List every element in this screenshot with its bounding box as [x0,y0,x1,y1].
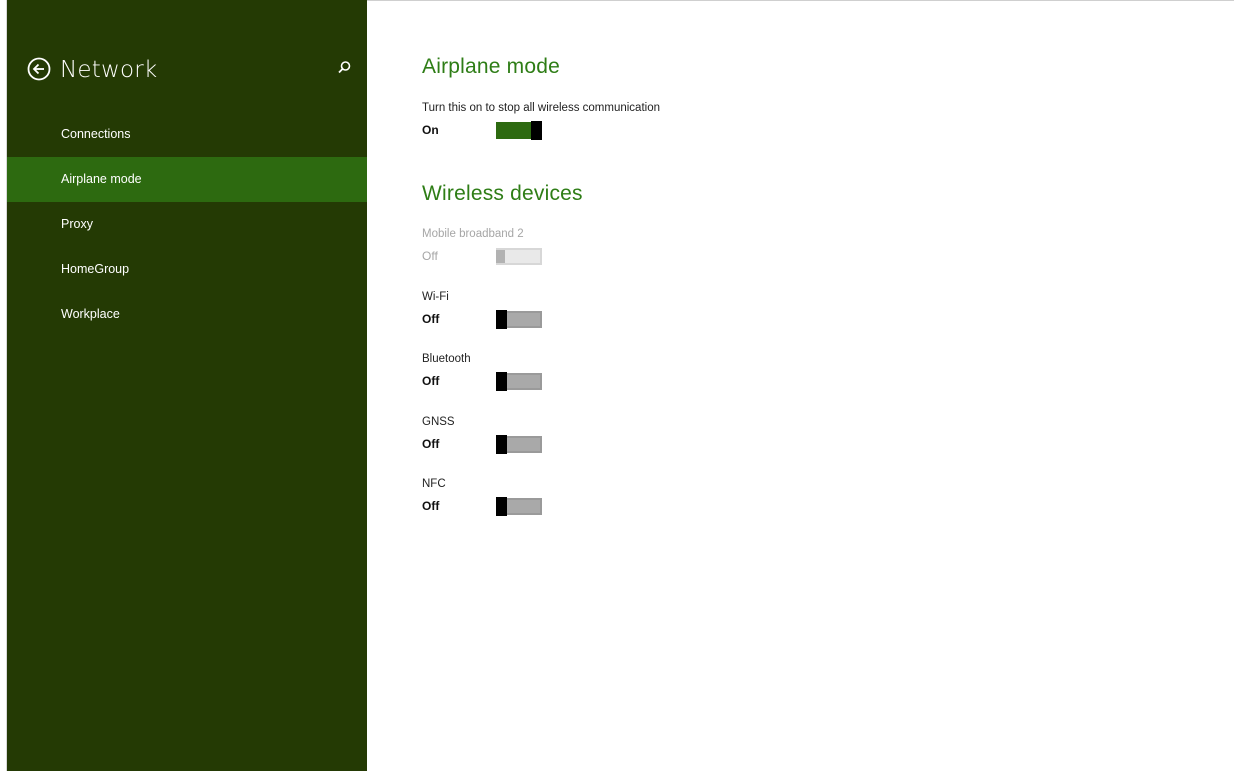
toggle-thumb [496,310,507,329]
airplane-mode-title: Airplane mode [422,55,561,78]
nfc-toggle[interactable] [496,497,542,516]
toggle-thumb [496,435,507,454]
gnss-state: Off [422,437,440,451]
back-arrow-circle-icon [27,57,51,81]
mobile-broadband-state: Off [422,249,438,263]
airplane-mode-state: On [422,123,439,137]
search-icon [338,61,351,74]
sidebar-item-connections[interactable]: Connections [7,112,367,157]
wifi-toggle[interactable] [496,310,542,329]
back-button[interactable] [27,57,51,81]
bluetooth-label: Bluetooth [422,353,471,365]
airplane-mode-toggle[interactable] [496,121,542,140]
toggle-thumb [496,497,507,516]
sidebar: Network Connections Airplane mode Proxy … [7,0,367,771]
mobile-broadband-label: Mobile broadband 2 [422,228,524,240]
settings-window: Network Connections Airplane mode Proxy … [0,0,1234,771]
search-button[interactable] [335,59,353,77]
toggle-thumb [496,250,505,263]
sidebar-item-homegroup[interactable]: HomeGroup [7,247,367,292]
toggle-thumb [531,121,542,140]
airplane-mode-description: Turn this on to stop all wireless commun… [422,102,660,114]
main-content: Airplane mode Turn this on to stop all w… [422,0,1212,771]
sidebar-item-airplane-mode[interactable]: Airplane mode [7,157,367,202]
nfc-label: NFC [422,478,446,490]
wifi-label: Wi-Fi [422,291,449,303]
toggle-thumb [496,372,507,391]
bluetooth-toggle[interactable] [496,372,542,391]
sidebar-item-workplace[interactable]: Workplace [7,292,367,337]
bluetooth-state: Off [422,374,440,388]
window-left-border [0,0,7,771]
sidebar-title: Network [60,57,158,83]
gnss-toggle[interactable] [496,435,542,454]
mobile-broadband-toggle [496,248,542,265]
nfc-state: Off [422,499,440,513]
wifi-state: Off [422,312,440,326]
sidebar-header: Network [27,54,357,88]
sidebar-item-proxy[interactable]: Proxy [7,202,367,247]
sidebar-nav: Connections Airplane mode Proxy HomeGrou… [7,112,367,337]
gnss-label: GNSS [422,416,455,428]
wireless-devices-title: Wireless devices [422,182,583,205]
